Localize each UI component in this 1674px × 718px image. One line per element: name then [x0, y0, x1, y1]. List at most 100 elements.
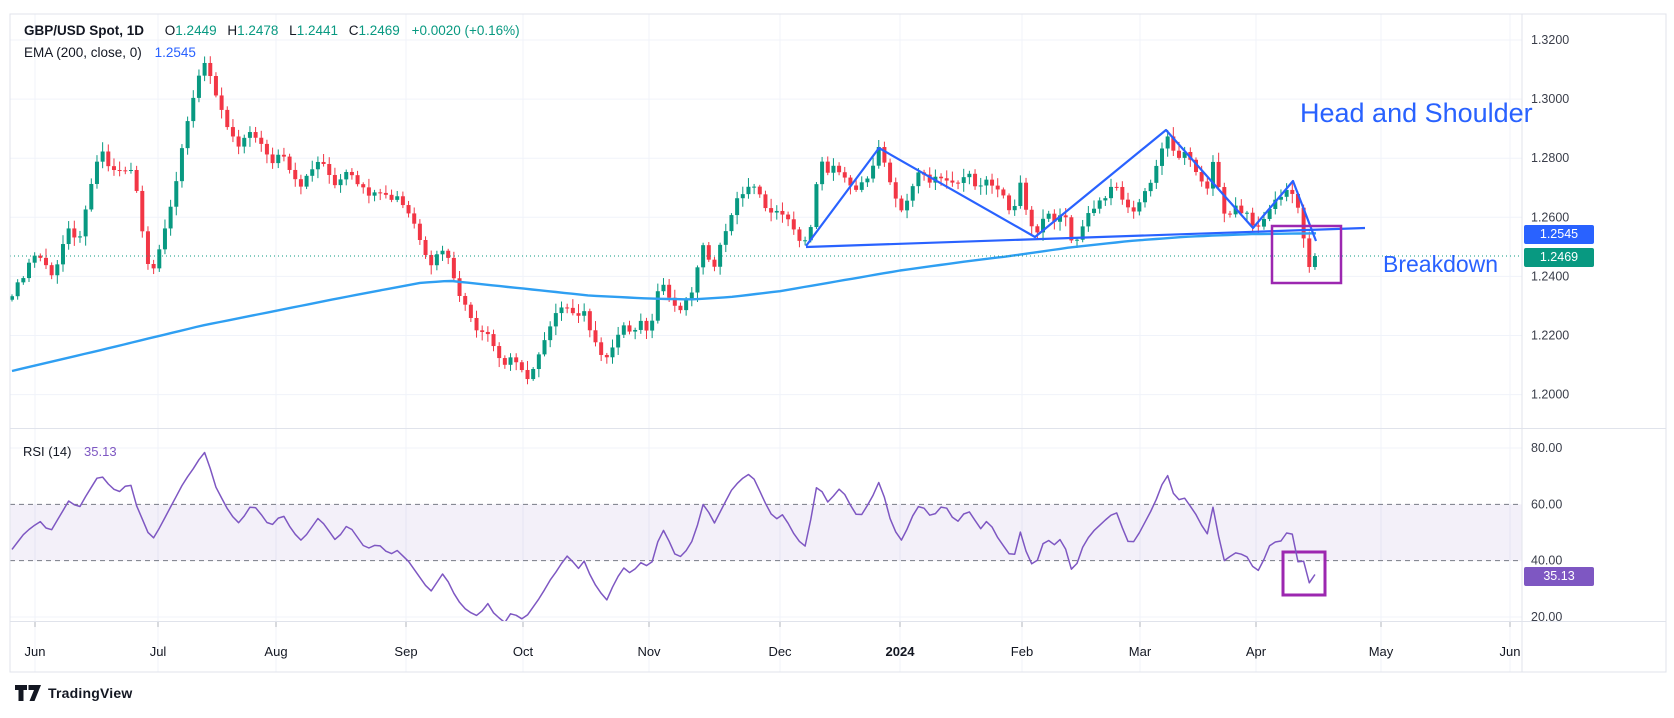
candle-body [1132, 207, 1136, 211]
ema-price-badge: 1.2545 [1524, 225, 1594, 244]
month-label: Aug [264, 644, 287, 659]
candle-body [463, 296, 467, 305]
candle-body [1160, 148, 1164, 165]
candle-body [775, 211, 779, 213]
price-tick-label: 1.3200 [1531, 33, 1569, 47]
candle-body [350, 172, 354, 175]
candle-body [531, 369, 535, 379]
candle-body [327, 164, 331, 175]
candle-body [55, 264, 59, 275]
candle-body [429, 255, 433, 265]
candle-body [1200, 172, 1204, 181]
candle-body [854, 185, 858, 189]
candle-body [452, 258, 456, 278]
candle-body [378, 192, 382, 193]
month-label: Apr [1246, 644, 1267, 659]
candle-body [50, 265, 54, 275]
candle-body [996, 186, 1000, 190]
candle-body [441, 251, 445, 255]
candle-body [1047, 214, 1051, 219]
candle-body [894, 182, 898, 198]
ema-label: EMA (200, close, 0) [24, 45, 142, 60]
price-tick-label: 1.2800 [1531, 151, 1569, 165]
candle-body [701, 245, 705, 267]
candle-body [1092, 209, 1096, 213]
candle-body [1098, 200, 1102, 208]
close-label: C [349, 23, 359, 38]
candle-body [860, 182, 864, 190]
candle-body [146, 231, 150, 264]
candle-body [548, 326, 552, 340]
candle-body [554, 313, 558, 326]
rsi-tick-label: 20.00 [1531, 610, 1562, 624]
candle-body [939, 177, 943, 179]
candle-body [407, 205, 411, 213]
month-label: Jun [1500, 644, 1521, 659]
candle-body [163, 228, 167, 249]
price-tick-label: 1.2600 [1531, 210, 1569, 224]
candle-body [84, 209, 88, 236]
candle-body [990, 180, 994, 186]
candle-body [214, 76, 218, 95]
candle-body [191, 98, 195, 121]
candle-body [424, 240, 428, 255]
candle-body [33, 256, 37, 263]
candle-body [293, 170, 297, 179]
candle-body [792, 219, 796, 229]
candle-body [203, 63, 207, 76]
candle-body [101, 152, 105, 162]
candle-body [1149, 183, 1153, 191]
candle-body [577, 313, 581, 316]
candle-body [616, 335, 620, 348]
candle-body [1262, 219, 1266, 227]
candle-body [10, 296, 14, 300]
candle-body [492, 334, 496, 346]
candle-body [305, 176, 309, 187]
ema-legend: EMA (200, close, 0) 1.2545 [24, 45, 196, 60]
candle-body [627, 325, 631, 331]
candle-body [724, 231, 728, 245]
candle-body [820, 162, 824, 185]
candle-body [208, 63, 212, 76]
candle-body [390, 195, 394, 200]
candle-body [1177, 151, 1181, 158]
candle-body [72, 228, 76, 237]
candle-body [339, 179, 343, 185]
month-label: Mar [1129, 644, 1152, 659]
candle-body [644, 321, 648, 331]
candle-body [797, 229, 801, 240]
candle-body [622, 325, 626, 334]
candle-body [231, 127, 235, 136]
candle-body [367, 187, 371, 195]
low-value: 1.2441 [297, 23, 338, 38]
candle-body [220, 95, 224, 109]
candle-body [1307, 238, 1311, 267]
candle-body [786, 215, 790, 220]
candle-body [1075, 240, 1079, 241]
candle-body [843, 172, 847, 177]
candle-body [27, 263, 31, 278]
candle-body [469, 305, 473, 318]
candle-body [639, 321, 643, 330]
candle-body [605, 355, 609, 357]
candle-body [526, 370, 530, 379]
candle-body [169, 207, 173, 229]
candle-body [333, 175, 337, 185]
candle-body [1313, 256, 1317, 267]
candle-body [288, 157, 292, 170]
candle-body [135, 170, 139, 191]
candle-body [1086, 213, 1090, 226]
tradingview-logo-text: TradingView [48, 685, 132, 701]
candle-body [1217, 162, 1221, 187]
candle-body [979, 185, 983, 186]
rsi-value: 35.13 [84, 444, 117, 459]
candle-body [633, 330, 637, 332]
candle-body [1256, 225, 1260, 226]
candle-body [1143, 191, 1147, 202]
candle-body [361, 184, 365, 187]
tradingview-watermark[interactable]: TradingView [15, 685, 132, 701]
candle-body [89, 184, 93, 209]
candle-body [826, 162, 830, 173]
candle-body [1290, 190, 1294, 194]
candle-body [186, 121, 190, 148]
